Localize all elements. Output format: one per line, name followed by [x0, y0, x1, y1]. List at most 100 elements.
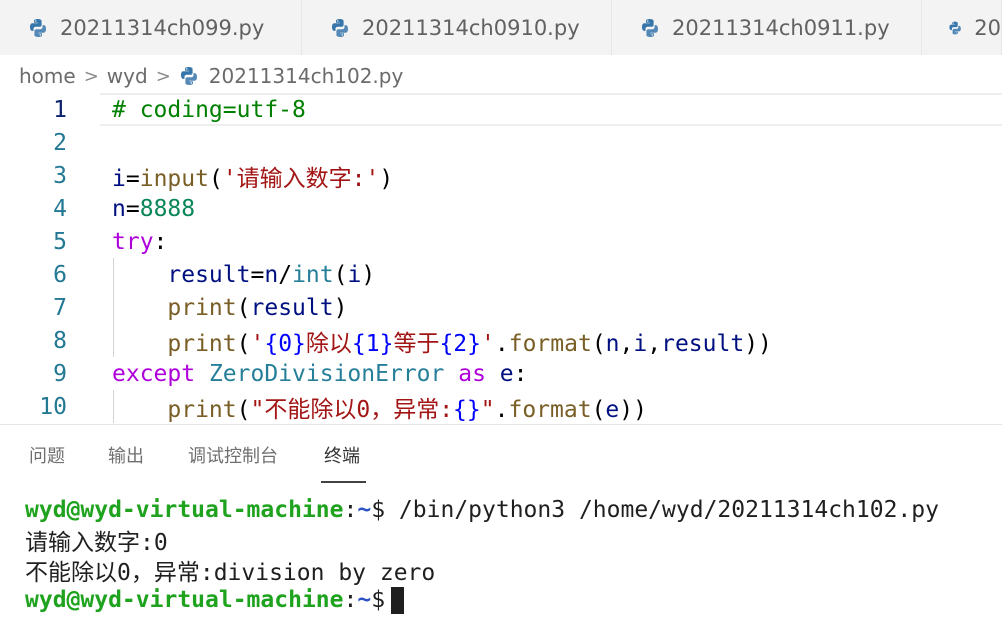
python-icon — [642, 18, 658, 37]
terminal-line: wyd@wyd-virtual-machine: ~ $ — [25, 585, 1002, 615]
code-token: . — [494, 330, 509, 357]
code-token: ) — [333, 294, 348, 321]
breadcrumb-item-home[interactable]: home — [19, 64, 76, 88]
code-line-4: 4 n=8888 — [0, 192, 1002, 225]
code-token: = — [125, 165, 140, 192]
line-number: 8 — [53, 327, 67, 354]
terminal-line: 不能除以0，异常:division by zero — [25, 555, 1002, 586]
code-token: "不能除以0，异常: — [250, 396, 454, 423]
editor-tab-bar: 20211314ch099.py 20211314ch0910.py 20211… — [0, 0, 1002, 55]
terminal-output: 请输入数字:0 — [25, 530, 168, 556]
line-number: 10 — [39, 393, 67, 420]
code-token: result — [250, 294, 334, 321]
tab-output[interactable]: 输出 — [108, 425, 144, 485]
tab-20211314ch099[interactable]: 20211314ch099.py — [0, 0, 302, 55]
code-token: result — [167, 261, 251, 288]
code-editor[interactable]: 1 # coding=utf-8 2 3 i=input('请输入数字:') 4… — [0, 93, 1002, 423]
code-token: )) — [744, 330, 772, 357]
terminal-line: wyd@wyd-virtual-machine: ~ $ /bin/python3 … — [25, 495, 1002, 525]
code-token: try — [112, 228, 154, 255]
terminal[interactable]: wyd@wyd-virtual-machine: ~ $ /bin/python3 … — [25, 495, 1002, 615]
line-number: 5 — [53, 228, 67, 255]
code-token: )) — [619, 396, 647, 423]
active-tab-indicator — [321, 481, 366, 483]
code-line-1: 1 # coding=utf-8 — [0, 93, 1002, 126]
code-token: = — [250, 261, 265, 288]
python-icon — [332, 18, 348, 37]
terminal-colon: : — [343, 497, 358, 523]
code-token: ( — [333, 261, 348, 288]
terminal-user: wyd@wyd-virtual-machine — [25, 587, 344, 613]
code-line-3: 3 i=input('请输入数字:') — [0, 159, 1002, 192]
breadcrumb-item-wyd[interactable]: wyd — [107, 64, 148, 88]
tab-debug-console[interactable]: 调试控制台 — [188, 425, 278, 485]
code-token: " — [480, 396, 495, 423]
code-line-7: 7 print(result) — [0, 291, 1002, 324]
terminal-path: ~ — [357, 587, 372, 613]
line-number: 7 — [53, 294, 67, 321]
code-token: format — [508, 330, 592, 357]
code-token: ( — [236, 294, 251, 321]
code-token: print — [167, 396, 237, 423]
tab-label: 20211314ch0910.py — [362, 15, 580, 40]
line-number: 6 — [53, 261, 67, 288]
code-line-2: 2 — [0, 126, 1002, 159]
code-token: print — [167, 294, 237, 321]
code-token: : — [513, 360, 528, 387]
terminal-cursor[interactable] — [391, 586, 405, 614]
terminal-command: /bin/python3 /home/wyd/20211314ch102.py — [385, 497, 939, 523]
code-line-10: 10 print("不能除以0，异常:{}".format(e)) — [0, 390, 1002, 423]
code-token: print — [167, 330, 237, 357]
code-token: i — [112, 165, 126, 192]
code-token: '请输入数字:' — [222, 165, 380, 192]
chevron-right-icon: > — [155, 65, 171, 87]
python-icon — [180, 67, 197, 85]
code-token: / — [278, 261, 293, 288]
terminal-line: 请输入数字:0 — [25, 525, 1002, 556]
code-token: , — [619, 330, 634, 357]
code-token: ( — [236, 330, 251, 357]
tab-20211314ch0911[interactable]: 20211314ch0911.py — [612, 0, 922, 55]
line-number: 2 — [53, 129, 67, 156]
code-token: ZeroDivisionError — [208, 360, 445, 387]
code-line-5: 5 try: — [0, 225, 1002, 258]
terminal-dollar: $ — [371, 497, 386, 523]
python-icon — [949, 21, 961, 34]
code-token: ' — [481, 330, 495, 357]
code-token: ( — [591, 330, 606, 357]
code-token: # coding=utf-8 — [112, 96, 306, 123]
code-token: 8888 — [139, 195, 196, 222]
code-line-6: 6 result=n/int(i) — [0, 258, 1002, 291]
terminal-output: 不能除以0，异常:division by zero — [25, 560, 436, 586]
tab-label: 20211314ch099.py — [60, 15, 265, 40]
breadcrumb-item-file[interactable]: 20211314ch102.py — [209, 64, 404, 88]
code-token: ( — [236, 396, 251, 423]
code-token: ) — [361, 261, 376, 288]
breadcrumb: home > wyd > 20211314ch102.py — [19, 60, 403, 92]
code-token: : — [153, 228, 168, 255]
tab-terminal[interactable]: 终端 — [324, 425, 360, 485]
code-token: n — [264, 261, 279, 288]
code-token: {0} — [264, 330, 306, 357]
code-token: e — [605, 396, 620, 423]
terminal-user: wyd@wyd-virtual-machine — [25, 497, 344, 523]
code-token: i — [347, 261, 362, 288]
code-token: {} — [453, 396, 481, 423]
code-token: {2} — [439, 330, 481, 357]
tab-20211314ch0910[interactable]: 20211314ch0910.py — [302, 0, 612, 55]
line-number: 1 — [53, 96, 67, 123]
code-line-9: 9 except ZeroDivisionError as e: — [0, 357, 1002, 390]
tab-problems[interactable]: 问题 — [29, 425, 65, 485]
code-token: {1} — [351, 330, 394, 357]
tab-overflow[interactable]: 20 — [922, 0, 1002, 55]
code-token: ' — [250, 330, 265, 357]
code-token: , — [647, 330, 662, 357]
code-token: ( — [208, 165, 223, 192]
code-token: ) — [379, 165, 394, 192]
